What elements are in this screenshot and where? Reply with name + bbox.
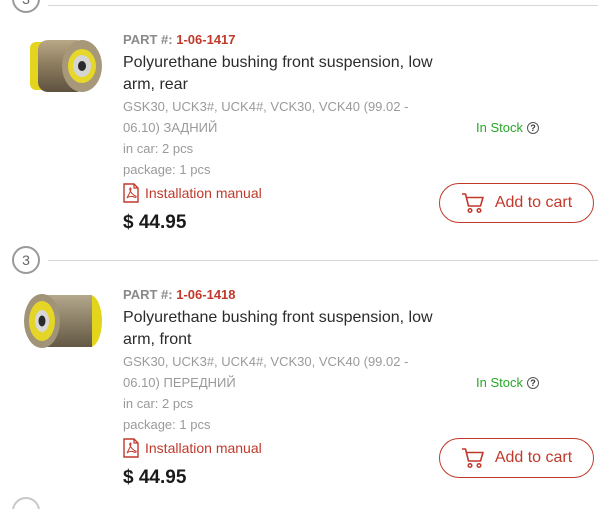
- stock-label: In Stock: [476, 375, 523, 390]
- stock-label: In Stock: [476, 120, 523, 135]
- product-price: $ 44.95: [123, 212, 187, 233]
- stock-status: In Stock ?: [476, 120, 539, 135]
- add-to-cart-button[interactable]: Add to cart: [439, 183, 594, 223]
- product-compat-line2: 06.10) ЗАДНИЙ: [123, 120, 218, 135]
- cart-icon: [461, 193, 484, 214]
- pdf-icon: [123, 183, 139, 203]
- product-compat-line2: 06.10) ПЕРЕДНИЙ: [123, 375, 236, 390]
- pdf-icon: [123, 438, 139, 458]
- in-car-qty: in car: 2 pcs: [123, 396, 194, 411]
- part-number-label: PART #:: [123, 32, 173, 47]
- product-image[interactable]: [20, 30, 110, 102]
- part-number-label: PART #:: [123, 287, 173, 302]
- part-number-value[interactable]: 1-06-1418: [176, 287, 235, 302]
- add-to-cart-label: Add to cart: [494, 449, 573, 466]
- product-list: 3 PART #:: [0, 0, 608, 509]
- bushing-image: [30, 40, 102, 92]
- product-title[interactable]: Polyurethane bushing front suspension, l…: [123, 307, 453, 351]
- product-title[interactable]: Polyurethane bushing front suspension, l…: [123, 52, 453, 96]
- item-number-badge: 3: [12, 246, 40, 274]
- divider: [48, 260, 598, 261]
- installation-manual-label: Installation manual: [145, 185, 262, 201]
- product-card: 3 PART #:: [0, 246, 608, 509]
- product-compat-line1: GSK30, UCK3#, UCK4#, VCK30, VCK40 (99.02…: [123, 354, 409, 369]
- product-image[interactable]: [20, 281, 110, 353]
- part-number: PART #: 1-06-1417: [123, 31, 453, 51]
- help-icon[interactable]: ?: [526, 121, 539, 134]
- package-qty: package: 1 pcs: [123, 417, 211, 432]
- part-number: PART #: 1-06-1418: [123, 286, 453, 306]
- add-to-cart-button[interactable]: Add to cart: [439, 438, 594, 478]
- installation-manual-label: Installation manual: [145, 440, 262, 456]
- item-number-badge: 3: [12, 0, 40, 13]
- installation-manual-link[interactable]: Installation manual: [123, 437, 453, 459]
- installation-manual-link[interactable]: Installation manual: [123, 182, 453, 204]
- cart-icon: [461, 448, 484, 469]
- product-info: PART #: 1-06-1417 Polyurethane bushing f…: [123, 31, 453, 234]
- help-icon[interactable]: ?: [526, 376, 539, 389]
- add-to-cart-label: Add to cart: [494, 194, 573, 211]
- stock-status: In Stock ?: [476, 375, 539, 390]
- product-card: 3 PART #:: [0, 0, 608, 255]
- product-price: $ 44.95: [123, 467, 187, 488]
- divider: [48, 5, 598, 6]
- package-qty: package: 1 pcs: [123, 162, 211, 177]
- bushing-image: [24, 294, 102, 348]
- part-number-value[interactable]: 1-06-1417: [176, 32, 235, 47]
- in-car-qty: in car: 2 pcs: [123, 141, 194, 156]
- product-compat-line1: GSK30, UCK3#, UCK4#, VCK30, VCK40 (99.02…: [123, 99, 409, 114]
- product-info: PART #: 1-06-1418 Polyurethane bushing f…: [123, 286, 453, 489]
